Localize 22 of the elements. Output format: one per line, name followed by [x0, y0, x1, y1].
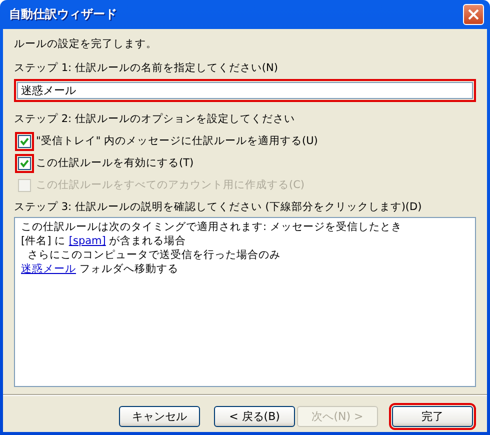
description-text: フォルダへ移動する	[78, 263, 178, 275]
option-label: "受信トレイ" 内のメッセージに仕訳ルールを適用する(U)	[36, 134, 318, 148]
option-label: この仕訳ルールを有効にする(T)	[36, 156, 194, 170]
checkbox[interactable]	[18, 156, 31, 170]
rule-name-field[interactable]: 迷惑メール	[17, 82, 473, 99]
step-label: ステップ 3: 仕訳ルールの説明を確認してください (下線部分をクリックします)(D)	[14, 200, 423, 214]
close-icon[interactable]	[463, 4, 484, 25]
description-text: が含まれる場合	[108, 235, 186, 247]
option-label: この仕訳ルールをすべてのアカウント用に作成する(C)	[36, 178, 305, 192]
description-text: さらにこのコンピュータで送受信を行った場合のみ	[26, 249, 281, 261]
window-title: 自動仕訳ウィザード	[9, 6, 117, 23]
wizard-button[interactable]: < 戻る(B)	[214, 406, 295, 427]
intro-text: ルールの設定を完了します。	[14, 37, 158, 51]
checkbox[interactable]	[18, 134, 31, 148]
link[interactable]: 迷惑メール	[21, 263, 76, 275]
step-label: ステップ 2: 仕訳ルールのオプションを設定してください	[14, 112, 296, 126]
wizard-button[interactable]: 完了	[392, 406, 473, 427]
step-label: ステップ 1: 仕訳ルールの名前を指定してください(N)	[14, 61, 279, 75]
link[interactable]: [spam]	[68, 235, 106, 247]
wizard-button[interactable]: キャンセル	[119, 406, 200, 427]
description-text: この仕訳ルールは次のタイミングで適用されます: メッセージを受信したとき	[21, 221, 402, 233]
description-text: [件名] に	[21, 235, 67, 247]
